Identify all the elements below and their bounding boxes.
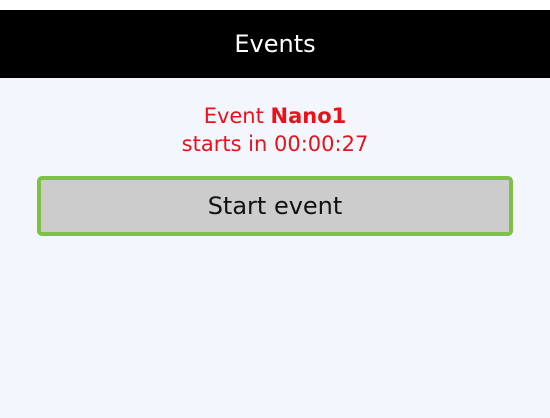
event-countdown: starts in 00:00:27 <box>181 132 369 156</box>
events-screen: Events Event Nano1 starts in 00:00:27 St… <box>0 10 550 418</box>
start-event-label: Start event <box>207 192 343 220</box>
page-title: Events <box>234 30 316 58</box>
event-title-line: Event Nano1 <box>0 102 550 130</box>
event-prefix: Event <box>203 104 264 128</box>
event-panel: Event Nano1 starts in 00:00:27 Start eve… <box>0 78 550 236</box>
start-event-button[interactable]: Start event <box>37 176 513 236</box>
header-bar: Events <box>0 10 550 78</box>
event-name: Nano1 <box>270 104 347 128</box>
